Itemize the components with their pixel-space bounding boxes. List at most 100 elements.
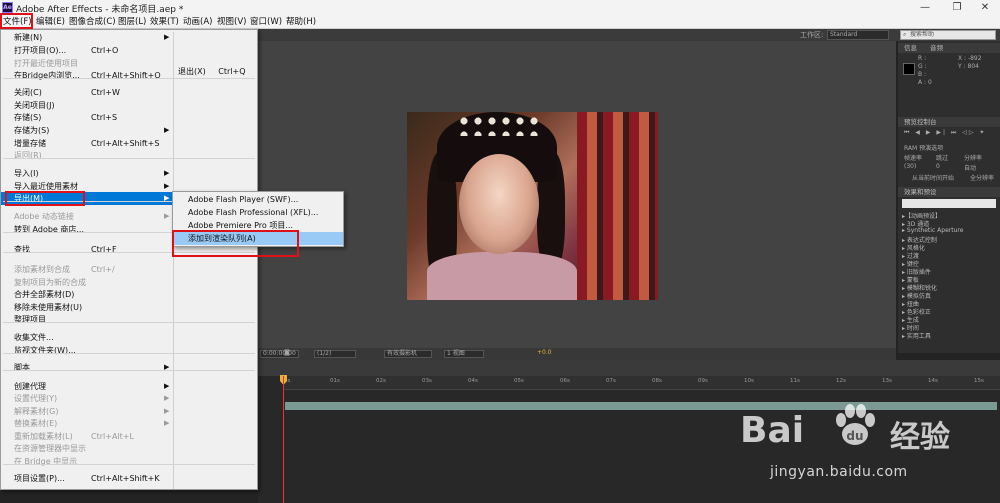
exposure-value[interactable]: +0.0: [535, 350, 554, 358]
menu-item-label: 添加素材到合成: [14, 265, 70, 274]
frame-rate-value[interactable]: (30): [904, 163, 916, 170]
menu-item-35: 替换素材(E) ▶: [1, 417, 257, 430]
face-shape: [459, 154, 539, 254]
menu-item-27[interactable]: 收集文件...: [1, 331, 257, 344]
submenu-arrow-icon: ▶: [164, 394, 170, 402]
svg-text:du: du: [846, 429, 863, 443]
search-help-input[interactable]: ⌕ 搜索帮助: [900, 30, 996, 40]
time-ruler[interactable]: 0s 01s 02s 03s 04s 05s 06s 07s 08s 09s 10s 11s 12s 13…: [284, 376, 1000, 390]
submenu-item-swf[interactable]: Adobe Flash Player (SWF)...: [173, 193, 343, 206]
effect-category[interactable]: ▸ 实用工具: [902, 331, 931, 340]
menu-item-shortcut: Ctrl+W: [91, 88, 120, 97]
snapshot-icon[interactable]: ◙: [282, 350, 292, 358]
playhead-line: [283, 376, 284, 503]
menu-effect[interactable]: 效果(T): [150, 16, 179, 28]
workspace-select[interactable]: Standard: [827, 30, 889, 40]
menu-item-label: 脚本: [14, 363, 30, 372]
resolution-select[interactable]: (1/2): [314, 350, 356, 358]
menu-item-label: 查找: [14, 245, 30, 254]
submenu-item-xfl[interactable]: Adobe Flash Professional (XFL)...: [173, 206, 343, 219]
time-ruler-tick: 06s: [560, 378, 570, 384]
menu-item-25[interactable]: 整理项目: [1, 313, 257, 326]
timeline-header: [258, 360, 1000, 376]
tab-preview[interactable]: 预览控制台: [904, 117, 937, 127]
menu-item-shortcut: Ctrl+Alt+Shift+O: [91, 71, 161, 80]
menu-item-label: 在Bridge内浏览...: [14, 71, 80, 80]
menu-item-23[interactable]: 合并全部素材(D): [1, 288, 257, 301]
submenu-arrow-icon: ▶: [164, 126, 170, 134]
highlight-box-file-menu: [0, 13, 33, 29]
playback-controls[interactable]: ⏮ ◀ ▶ ▶| ⏭ ◁▷ ✦: [904, 129, 986, 137]
full-screen-check[interactable]: 全分辨率: [970, 173, 994, 182]
watermark-brand-2: 经验: [890, 420, 950, 455]
info-g: G :: [918, 63, 927, 70]
effect-category[interactable]: ▸ Synthetic Aperture: [902, 227, 963, 234]
menu-item-0[interactable]: 新建(N) ▶: [1, 31, 257, 44]
menu-separator: [3, 158, 255, 159]
tab-audio[interactable]: 音频: [930, 43, 943, 53]
menu-item-label: 关闭(C): [14, 88, 42, 97]
menu-item-38: 在 Bridge 中显示: [1, 455, 257, 468]
close-button[interactable]: ✕: [970, 0, 1000, 15]
menu-layer[interactable]: 图层(L): [118, 16, 146, 28]
right-panels: 信息 音频 R : G : B : A : 0 X : -892 Y : 804…: [898, 41, 1000, 353]
views-select[interactable]: 1 视图: [444, 350, 484, 358]
minimize-button[interactable]: —: [910, 0, 940, 15]
time-ruler-tick: 09s: [698, 378, 708, 384]
menu-item-30[interactable]: 脚本 ▶: [1, 361, 257, 374]
skip-value[interactable]: 0: [936, 163, 940, 170]
time-ruler-tick: 05s: [514, 378, 524, 384]
menu-window[interactable]: 窗口(W): [250, 16, 282, 28]
menu-animation[interactable]: 动画(A): [183, 16, 212, 28]
menu-item-label: 监视文件夹(W)...: [14, 346, 76, 355]
info-r: R :: [918, 55, 927, 62]
time-ruler-tick: 15s: [974, 378, 984, 384]
menu-item-label: 存储为(S): [14, 126, 50, 135]
menu-item-shortcut: Ctrl+Alt+Shift+K: [91, 474, 160, 483]
menu-item-label: 设置代理(Y): [14, 394, 58, 403]
preview-panel-header: 预览控制台: [898, 117, 1000, 127]
menu-edit[interactable]: 编辑(E): [36, 16, 65, 28]
info-a: A : 0: [918, 79, 932, 86]
menu-bar: 文件(F) 编辑(E) 图像合成(C) 图层(L) 效果(T) 动画(A) 视图…: [0, 15, 1000, 29]
menu-item-21: 添加素材到合成 Ctrl+/: [1, 263, 257, 276]
menu-item-label: 打开项目(O)...: [14, 46, 67, 55]
menu-item-40[interactable]: 项目设置(P)... Ctrl+Alt+Shift+K: [1, 472, 257, 485]
from-current-time[interactable]: 从当前时间开始: [912, 173, 954, 182]
tab-effects[interactable]: 效果和预设: [904, 187, 937, 197]
menu-separator: [3, 322, 255, 323]
time-ruler-tick: 13s: [882, 378, 892, 384]
maximize-button[interactable]: ❐: [942, 0, 972, 15]
current-time[interactable]: 0:00:00:00: [260, 350, 299, 358]
menu-item-shortcut: Ctrl+S: [91, 113, 118, 122]
time-ruler-tick: 07s: [606, 378, 616, 384]
menu-item-label: 新建(N): [14, 33, 43, 42]
menu-item-33: 设置代理(Y) ▶: [1, 392, 257, 405]
menu-composition[interactable]: 图像合成(C): [69, 16, 116, 28]
menu-item-7[interactable]: 存储(S) Ctrl+S: [1, 111, 257, 124]
camera-select[interactable]: 有效摄影机: [384, 350, 432, 358]
effects-search-input[interactable]: [902, 199, 996, 208]
menu-item-12[interactable]: 导入(I) ▶: [1, 167, 257, 180]
menu-item-28[interactable]: 监视文件夹(W)...: [1, 344, 257, 357]
menu-item-label: 存储(S): [14, 113, 42, 122]
app-window: Ae Adobe After Effects - 未命名项目.aep * — ❐…: [0, 0, 1000, 503]
time-ruler-tick: 02s: [376, 378, 386, 384]
menu-item-1[interactable]: 打开项目(O)... Ctrl+O: [1, 44, 257, 57]
menu-view[interactable]: 视图(V): [217, 16, 246, 28]
composition-frame-image: [407, 112, 658, 300]
resolution-value[interactable]: 自动: [964, 163, 976, 172]
menu-item-label: 合并全部素材(D): [14, 290, 75, 299]
menu-item-8[interactable]: 存储为(S) ▶: [1, 124, 257, 137]
ram-preview-options[interactable]: RAM 预演选项: [904, 143, 943, 152]
time-ruler-tick: 08s: [652, 378, 662, 384]
skip-label: 跳过: [936, 155, 949, 162]
menu-help[interactable]: 帮助(H): [286, 16, 316, 28]
tab-info[interactable]: 信息: [904, 43, 917, 53]
menu-item-label: 整理项目: [14, 315, 46, 324]
menu-item-5[interactable]: 关闭(C) Ctrl+W: [1, 86, 257, 99]
submenu-arrow-icon: ▶: [164, 194, 170, 202]
watermark-brand: Bai: [740, 410, 805, 451]
menu-item-exit[interactable]: 退出(X) Ctrl+Q: [178, 66, 246, 77]
menu-item-label: 替换素材(E): [14, 419, 58, 428]
